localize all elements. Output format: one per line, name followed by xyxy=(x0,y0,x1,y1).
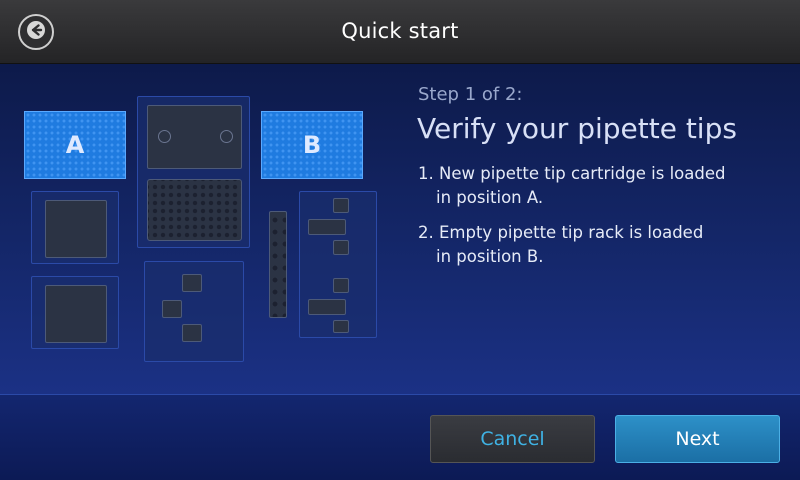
port-icon xyxy=(158,130,171,143)
slot-part xyxy=(333,198,349,213)
slot-reservoir xyxy=(147,105,242,169)
deck-tube-strip xyxy=(269,211,287,318)
slot-well-plate xyxy=(147,179,242,241)
main-panel: A B Step 1 of 2: Verify your pipette tip… xyxy=(0,64,800,394)
slot-part xyxy=(333,278,349,293)
instruction-title: Verify your pipette tips xyxy=(417,112,737,145)
instruction-item-2: 2. Empty pipette tip rack is loaded in p… xyxy=(418,221,703,269)
deck-layout-diagram: A B xyxy=(0,64,400,394)
cancel-button[interactable]: Cancel xyxy=(430,415,595,463)
deck-slot-center xyxy=(137,96,250,248)
instruction-item-1: 1. New pipette tip cartridge is loaded i… xyxy=(418,162,725,210)
page-title: Quick start xyxy=(341,19,459,43)
instruction-text: in position A. xyxy=(436,188,544,207)
slot-part xyxy=(308,219,346,235)
deck-slot-left-1 xyxy=(31,191,119,264)
deck-position-b: B xyxy=(261,111,363,179)
position-b-label: B xyxy=(302,131,322,159)
slot-plate xyxy=(45,200,107,258)
position-a-label: A xyxy=(65,131,85,159)
deck-slot-right xyxy=(299,191,377,338)
deck-slot-left-2 xyxy=(31,276,119,349)
slot-plate xyxy=(45,285,107,343)
step-indicator: Step 1 of 2: xyxy=(418,84,523,105)
slot-part xyxy=(162,300,182,318)
instruction-text: 1. New pipette tip cartridge is loaded xyxy=(418,164,726,183)
slot-part xyxy=(333,320,349,333)
footer-bar: Cancel Next xyxy=(0,394,800,480)
slot-part xyxy=(333,240,349,255)
deck-slot-center-bottom xyxy=(144,261,244,362)
deck-position-a: A xyxy=(24,111,126,179)
slot-part xyxy=(308,299,346,315)
port-icon xyxy=(220,130,233,143)
instruction-text: 2. Empty pipette tip rack is loaded xyxy=(418,223,704,242)
slot-part xyxy=(182,274,202,292)
slot-part xyxy=(182,324,202,342)
instruction-text: in position B. xyxy=(436,247,544,266)
next-button[interactable]: Next xyxy=(615,415,780,463)
header-bar: Quick start xyxy=(0,0,800,64)
